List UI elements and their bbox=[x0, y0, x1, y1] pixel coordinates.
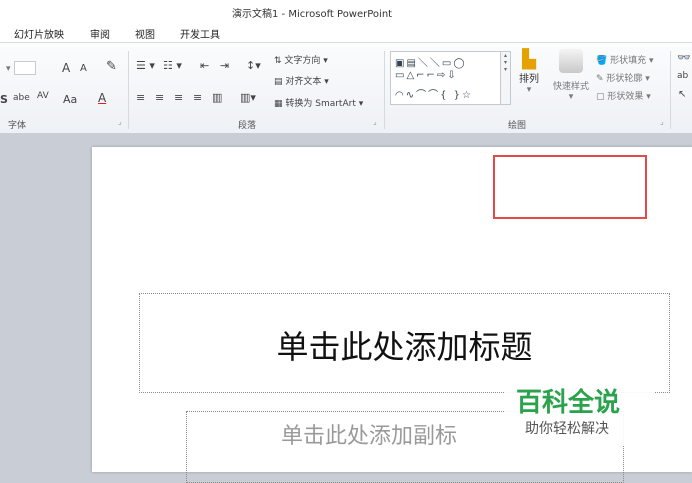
title-bar: 演示文稿1 - Microsoft PowerPoint bbox=[0, 0, 692, 22]
shrink-font-button[interactable]: A bbox=[80, 63, 87, 74]
align-left-icon[interactable]: ≡ bbox=[136, 91, 145, 104]
align-text-label: 对齐文本 bbox=[285, 77, 322, 87]
change-case-button[interactable]: Aa bbox=[63, 93, 77, 106]
quick-styles-icon bbox=[559, 49, 583, 73]
ribbon-tabs: 幻灯片放映 审阅 视图 开发工具 bbox=[0, 22, 692, 42]
watermark-logo: 百科全说 助你轻松解决 bbox=[505, 378, 655, 446]
font-dialog-launcher-icon[interactable]: ⌟ bbox=[118, 117, 122, 126]
chevron-down-icon: ▾ bbox=[526, 85, 532, 95]
shape-effects-label: 形状效果 bbox=[607, 92, 644, 102]
smartart-icon: ▦ bbox=[274, 99, 286, 109]
select-icon[interactable]: ↖ bbox=[678, 89, 686, 100]
separator bbox=[128, 51, 129, 129]
align-text-button[interactable]: ▤ 对齐文本 ▾ bbox=[274, 74, 329, 87]
increase-indent-icon[interactable]: ⇥ bbox=[220, 59, 229, 72]
drawing-group-label: 绘图 bbox=[508, 121, 527, 131]
arrange-button[interactable]: ▙ 排列 ▾ bbox=[516, 49, 542, 95]
separator bbox=[384, 51, 385, 129]
grow-font-button[interactable]: A bbox=[62, 61, 70, 75]
chevron-down-icon: ▾ bbox=[6, 64, 11, 74]
paragraph-dialog-launcher-icon[interactable]: ⌟ bbox=[373, 117, 377, 126]
convert-smartart-label: 转换为 SmartArt bbox=[285, 99, 356, 109]
tab-developer[interactable]: 开发工具 bbox=[180, 26, 220, 41]
chevron-down-icon: ▾ bbox=[568, 92, 574, 102]
title-placeholder-text: 单击此处添加标题 bbox=[276, 328, 533, 366]
font-color-button[interactable]: A bbox=[98, 91, 106, 105]
char-spacing-button[interactable]: AV bbox=[37, 91, 49, 101]
text-direction-button[interactable]: ⇅ 文字方向 ▾ bbox=[274, 53, 328, 66]
find-icon[interactable]: 👓 bbox=[677, 51, 691, 64]
text-direction-icon: ⇅ bbox=[274, 56, 285, 66]
replace-icon[interactable]: ab bbox=[677, 71, 688, 81]
separator bbox=[670, 51, 671, 129]
justify-icon[interactable]: ≡ bbox=[193, 91, 202, 104]
bullets-icon[interactable]: ☰ ▾ bbox=[136, 59, 155, 72]
tab-review[interactable]: 审阅 bbox=[90, 26, 110, 41]
drawing-dialog-launcher-icon[interactable]: ⌟ bbox=[660, 117, 664, 126]
effects-icon: ▢ bbox=[596, 92, 608, 102]
shapes-row-2: ▭△⌐⌐⇨⇩ bbox=[395, 70, 458, 81]
paragraph-group-label: 段落 bbox=[238, 121, 257, 131]
subtitle-placeholder-text: 单击此处添加副标 bbox=[281, 424, 458, 449]
text-direction-label: 文字方向 bbox=[284, 56, 321, 66]
shapes-row-3: ◠∿⌒⌒{ }☆ bbox=[395, 90, 473, 101]
shape-outline-label: 形状轮廓 bbox=[606, 74, 643, 84]
align-center-icon[interactable]: ≡ bbox=[155, 91, 164, 104]
align-text-icon: ▤ bbox=[274, 77, 286, 87]
convert-smartart-button[interactable]: ▦ 转换为 SmartArt ▾ bbox=[274, 96, 363, 109]
tab-slideshow[interactable]: 幻灯片放映 bbox=[14, 26, 64, 41]
window-title: 演示文稿1 - Microsoft PowerPoint bbox=[232, 9, 393, 20]
shape-fill-label: 形状填充 bbox=[610, 56, 647, 66]
watermark-title: 百科全说 bbox=[516, 388, 621, 418]
highlight-rectangle bbox=[493, 155, 647, 219]
decrease-indent-icon[interactable]: ⇤ bbox=[200, 59, 209, 72]
font-group-label: 字体 bbox=[8, 121, 27, 131]
font-size-dropdown[interactable]: ▾ bbox=[6, 61, 37, 75]
distributed-icon[interactable]: ▥ bbox=[212, 91, 222, 104]
clear-format-icon[interactable]: ✎ bbox=[106, 59, 117, 74]
arrange-icon: ▙ bbox=[522, 49, 536, 70]
tab-view[interactable]: 视图 bbox=[135, 26, 155, 41]
numbering-icon[interactable]: ☷ ▾ bbox=[163, 59, 182, 72]
font-size-box[interactable] bbox=[14, 61, 37, 75]
line-spacing-icon[interactable]: ↕▾ bbox=[246, 59, 261, 72]
ribbon: ▾ A A ✎ S abe AV Aa A 字体 ⌟ ☰ ▾ ☷ ▾ ⇤ ⇥ ↕… bbox=[0, 42, 692, 134]
quick-styles-label: 快速样式 bbox=[552, 82, 589, 92]
columns-icon[interactable]: ▥▾ bbox=[240, 91, 256, 104]
watermark-subtitle: 助你轻松解决 bbox=[525, 421, 609, 437]
shape-fill-button[interactable]: 🪣 形状填充 ▾ bbox=[596, 53, 653, 66]
arrange-label: 排列 bbox=[519, 74, 539, 85]
quick-styles-button[interactable]: 快速样式 ▾ bbox=[548, 49, 594, 102]
shape-outline-button[interactable]: ✎ 形状轮廓 ▾ bbox=[596, 71, 650, 84]
shapes-gallery[interactable]: ▣▤＼＼▭◯ ▭△⌐⌐⇨⇩ ◠∿⌒⌒{ }☆ bbox=[390, 51, 502, 105]
shadow-button[interactable]: S bbox=[0, 93, 8, 106]
pen-icon: ✎ bbox=[596, 74, 607, 84]
paint-bucket-icon: 🪣 bbox=[596, 56, 611, 66]
shapes-gallery-scroll[interactable]: ▴ ▾ ▾ bbox=[500, 51, 511, 105]
align-right-icon[interactable]: ≡ bbox=[174, 91, 183, 104]
strikethrough-button[interactable]: abe bbox=[13, 93, 30, 103]
shape-effects-button[interactable]: ▢ 形状效果 ▾ bbox=[596, 89, 651, 102]
shapes-row-1: ▣▤＼＼▭◯ bbox=[395, 58, 467, 69]
